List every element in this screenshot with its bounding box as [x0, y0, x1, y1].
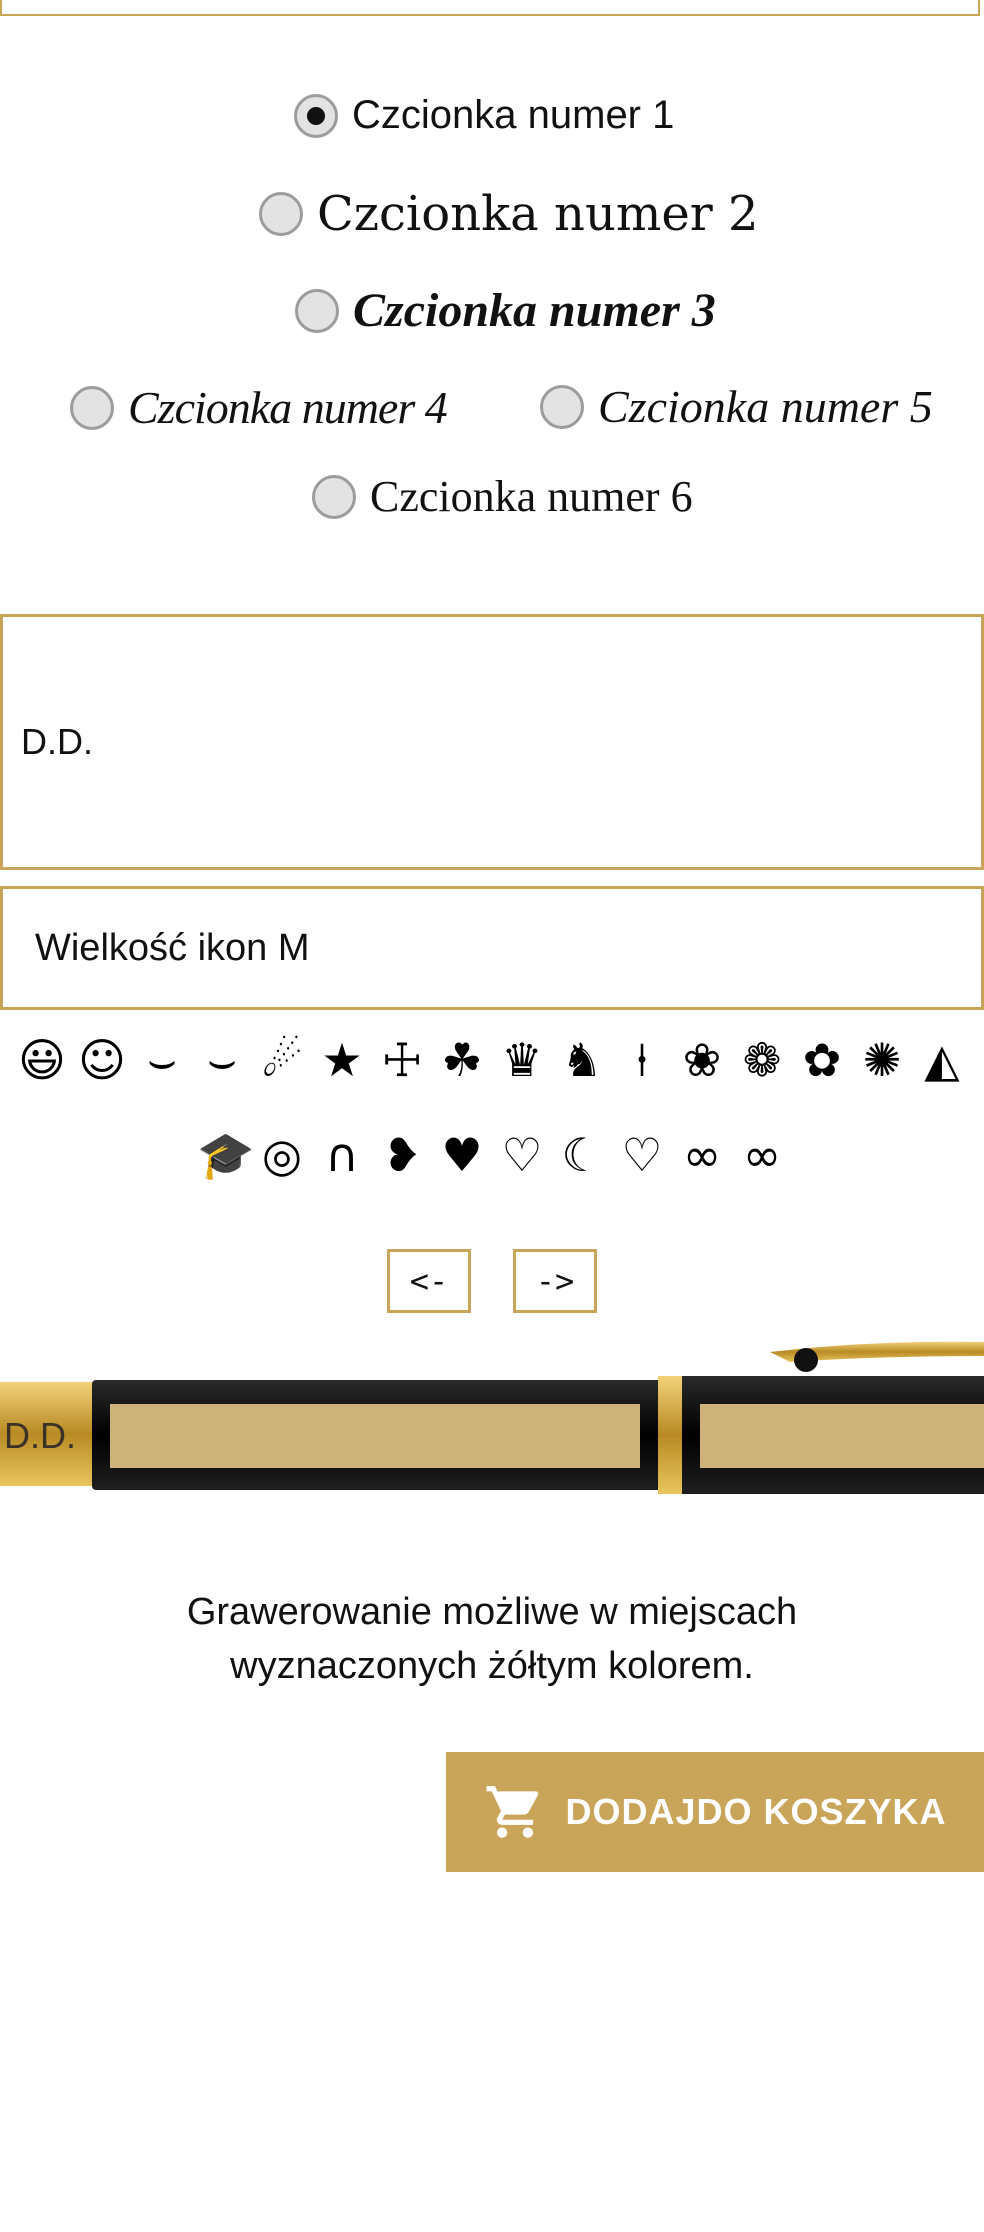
- paw-icon[interactable]: ✿: [797, 1037, 847, 1083]
- clover-icon[interactable]: ☘: [437, 1037, 487, 1083]
- icon-picker-row-1: 😃 ☺ ⌣ ⌣ ☄ ★ ☩ ☘ ♛ ♞ ⍿ ❀ ❁ ✿ ✺ ◭: [0, 1037, 984, 1083]
- shooting-star-icon[interactable]: ☄: [257, 1037, 307, 1083]
- radio-icon[interactable]: [259, 192, 303, 236]
- font-option-label: Czcionka numer 5: [598, 381, 933, 432]
- pen-ring-shape: [658, 1376, 686, 1494]
- engraving-info-text: Grawerowanie możliwe w miejscach wyznacz…: [186, 1591, 798, 1687]
- engrave-area-1: [110, 1404, 640, 1468]
- rose-icon[interactable]: ❀: [677, 1037, 727, 1083]
- big-smile-icon[interactable]: 😃: [17, 1037, 67, 1083]
- prev-page-button[interactable]: <-: [387, 1249, 471, 1313]
- font-option-4[interactable]: Czcionka numer 4: [70, 381, 448, 434]
- icon-size-select[interactable]: Wielkość ikon M: [0, 886, 984, 1010]
- graduation-icon[interactable]: 🎓: [197, 1132, 254, 1178]
- font-option-5[interactable]: Czcionka numer 5: [540, 380, 933, 433]
- font-option-3[interactable]: Czcionka numer 3: [295, 283, 716, 338]
- engraving-text-value: D.D.: [21, 721, 93, 762]
- font-option-label: Czcionka numer 6: [370, 472, 693, 521]
- heart-open-icon[interactable]: ☾: [557, 1132, 607, 1178]
- smile-icon[interactable]: ☺: [77, 1037, 127, 1083]
- ihs-icon[interactable]: ☩: [377, 1037, 427, 1083]
- heart-icon[interactable]: ♥: [437, 1132, 487, 1178]
- add-to-cart-button[interactable]: DODAJDO KOSZYKA: [446, 1752, 984, 1872]
- heart-tilt-icon[interactable]: ❥: [377, 1132, 427, 1178]
- rings-icon[interactable]: ◎: [257, 1132, 307, 1178]
- engrave-area-2: [700, 1404, 984, 1468]
- heart-outline-icon[interactable]: ♡: [497, 1132, 547, 1178]
- infinity-outline-icon[interactable]: ∞: [737, 1132, 787, 1178]
- radio-icon[interactable]: [312, 474, 356, 519]
- previous-input-box[interactable]: [0, 0, 980, 16]
- engraving-text-input[interactable]: D.D.: [0, 614, 984, 870]
- font-option-label: Czcionka numer 1: [352, 93, 675, 137]
- font-option-6[interactable]: Czcionka numer 6: [312, 471, 693, 522]
- radio-icon[interactable]: [540, 384, 584, 429]
- crown-icon[interactable]: ♛: [497, 1037, 547, 1083]
- radio-icon[interactable]: [295, 288, 339, 333]
- smile-drop-icon[interactable]: ⌣: [137, 1037, 187, 1083]
- grad-cap-icon[interactable]: ◭: [917, 1037, 967, 1083]
- radio-checked-icon[interactable]: [294, 93, 338, 138]
- font-option-2[interactable]: Czcionka numer 2: [259, 186, 759, 242]
- pen-engraving-text: D.D.: [4, 1415, 76, 1456]
- cat-icon[interactable]: ♞: [557, 1037, 607, 1083]
- horseshoe-icon[interactable]: ∩: [317, 1132, 367, 1178]
- icon-picker-row-2: 🎓 ◎ ∩ ❥ ♥ ♡ ☾ ♡ ∞ ∞: [0, 1132, 984, 1178]
- cart-icon: [487, 1786, 539, 1838]
- next-page-button[interactable]: ->: [513, 1249, 597, 1313]
- font-option-label: Czcionka numer 4: [128, 382, 448, 433]
- rose-bud-icon[interactable]: ❁: [737, 1037, 787, 1083]
- star-icon[interactable]: ★: [317, 1037, 367, 1083]
- grin-icon[interactable]: ⌣: [197, 1037, 247, 1083]
- font-option-1[interactable]: Czcionka numer 1: [294, 93, 674, 138]
- radio-icon[interactable]: [70, 385, 114, 430]
- icon-size-value: Wielkość ikon M: [35, 926, 310, 969]
- font-option-label: Czcionka numer 3: [353, 284, 716, 337]
- tie-icon[interactable]: ⍿: [617, 1037, 667, 1083]
- font-option-label: Czcionka numer 2: [317, 186, 759, 242]
- badge-icon[interactable]: ✺: [857, 1037, 907, 1083]
- add-to-cart-label: DODAJDO KOSZYKA: [565, 1791, 947, 1832]
- pen-preview-image: D.D.: [0, 1341, 984, 1494]
- double-heart-icon[interactable]: ♡: [617, 1132, 667, 1178]
- infinity-icon[interactable]: ∞: [677, 1132, 727, 1178]
